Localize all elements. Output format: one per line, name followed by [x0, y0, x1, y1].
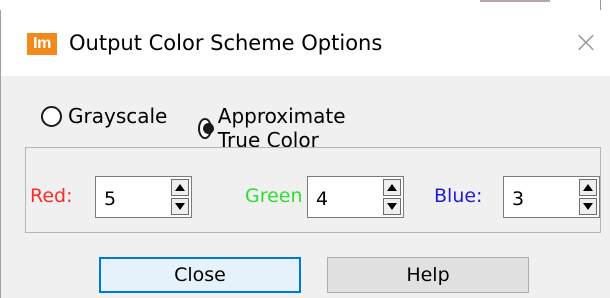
- red-label: Red:: [30, 185, 73, 207]
- radio-circle-selected-icon[interactable]: [198, 117, 214, 139]
- green-decrement-button[interactable]: [383, 198, 401, 215]
- red-spinner[interactable]: 5: [95, 176, 192, 218]
- green-spinner[interactable]: 4: [307, 176, 404, 218]
- blue-label: Blue:: [434, 185, 483, 207]
- window-title: Output Color Scheme Options: [69, 31, 383, 55]
- help-button[interactable]: Help: [327, 257, 529, 293]
- arrow-up-icon: [175, 184, 185, 191]
- arrow-up-icon: [387, 184, 397, 191]
- dialog-window: Im Output Color Scheme Options × Graysca…: [0, 10, 610, 298]
- title-bar: Im Output Color Scheme Options ×: [1, 10, 610, 76]
- channel-levels-group: Red: 5 Green 4 Blue: 3: [25, 147, 601, 233]
- blue-decrement-button[interactable]: [579, 198, 597, 215]
- background-artifact: [480, 0, 550, 8]
- red-decrement-button[interactable]: [171, 198, 189, 215]
- radio-circle-icon[interactable]: [41, 105, 62, 127]
- radio-grayscale[interactable]: Grayscale: [41, 104, 167, 128]
- spinner-buttons: [383, 179, 401, 215]
- close-icon[interactable]: ×: [571, 28, 601, 58]
- arrow-down-icon: [387, 203, 397, 210]
- green-label: Green: [245, 185, 303, 207]
- blue-value[interactable]: 3: [512, 188, 524, 210]
- arrow-down-icon: [583, 203, 593, 210]
- close-button[interactable]: Close: [99, 257, 301, 293]
- app-icon: Im: [27, 33, 57, 55]
- spinner-buttons: [171, 179, 189, 215]
- radio-label[interactable]: Grayscale: [68, 104, 167, 128]
- arrow-down-icon: [175, 203, 185, 210]
- radio-label[interactable]: Approximate True Color: [218, 104, 353, 152]
- radio-approximate-true-color[interactable]: Approximate True Color: [198, 104, 353, 152]
- green-increment-button[interactable]: [383, 179, 401, 196]
- arrow-up-icon: [583, 184, 593, 191]
- red-value[interactable]: 5: [104, 188, 116, 210]
- blue-spinner[interactable]: 3: [503, 176, 600, 218]
- background-artifact: [600, 0, 601, 10]
- spinner-buttons: [579, 179, 597, 215]
- red-increment-button[interactable]: [171, 179, 189, 196]
- blue-increment-button[interactable]: [579, 179, 597, 196]
- green-value[interactable]: 4: [316, 188, 328, 210]
